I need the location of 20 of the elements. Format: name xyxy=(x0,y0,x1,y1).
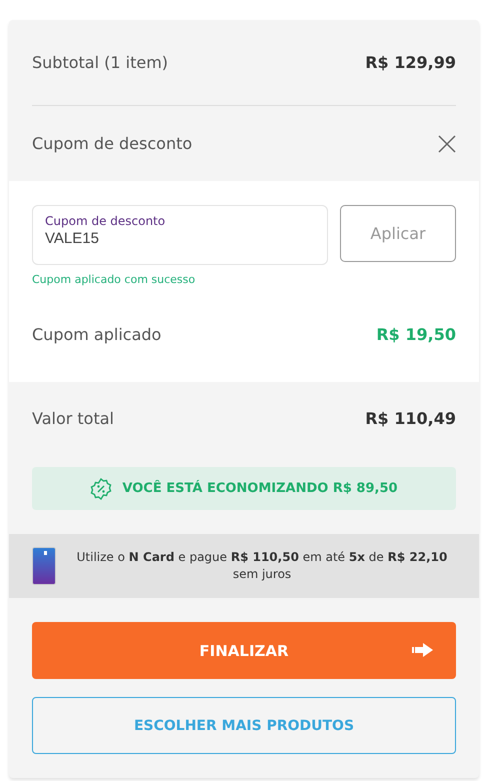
success-message: Cupom aplicado com sucesso xyxy=(32,273,196,286)
coupon-title: Cupom de desconto xyxy=(32,134,192,153)
credit-card-icon xyxy=(32,547,56,585)
coupon-input[interactable]: VALE15 xyxy=(45,230,315,247)
total-value: R$ 110,49 xyxy=(365,409,456,428)
applied-label: Cupom aplicado xyxy=(32,324,162,344)
close-icon[interactable] xyxy=(438,134,456,152)
apply-button[interactable]: Aplicar xyxy=(340,205,456,262)
savings-text: VOCÊ ESTÁ ECONOMIZANDO R$ 89,50 xyxy=(122,481,398,496)
total-label: Valor total xyxy=(32,409,114,428)
field-label: Cupom de desconto xyxy=(45,214,166,228)
subtotal-label: Subtotal (1 item) xyxy=(32,53,168,72)
card-offer-text: Utilize o N Card e pague R$ 110,50 em até 5x de R$ 22,10 sem juros xyxy=(76,549,448,583)
coupon-field[interactable]: Cupom de desconto VALE15 xyxy=(32,205,328,265)
subtotal-value: R$ 129,99 xyxy=(365,53,456,72)
continue-shopping-button[interactable]: ESCOLHER MAIS PRODUTOS xyxy=(32,697,456,754)
arrow-right-icon xyxy=(412,642,434,658)
finish-button[interactable]: FINALIZAR xyxy=(32,622,456,679)
discount-value: R$ 19,50 xyxy=(376,324,456,344)
discount-icon xyxy=(90,478,112,500)
